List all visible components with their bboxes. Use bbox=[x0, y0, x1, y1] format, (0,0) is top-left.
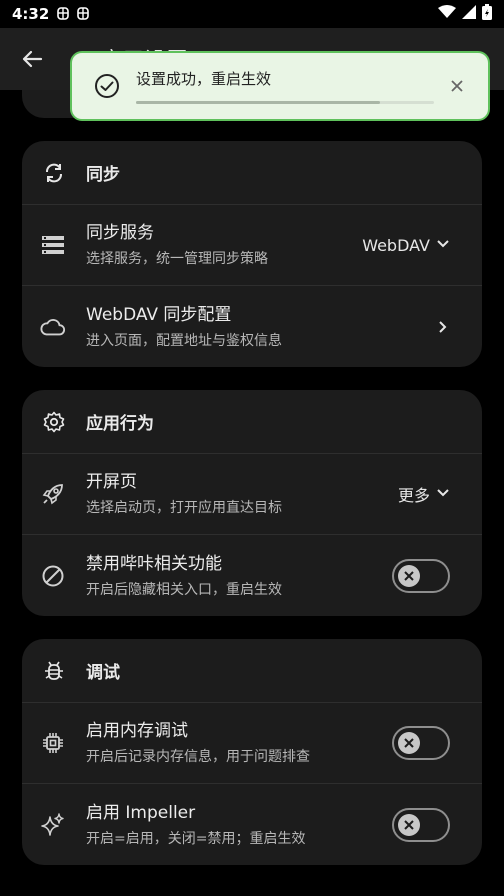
sync-card: 同步 同步服务 选择服务，统一管理同步策略 WebDAV WebDAV 同步配置… bbox=[22, 141, 482, 367]
row-title: 启用 Impeller bbox=[86, 802, 196, 823]
dropdown-value: WebDAV bbox=[362, 235, 430, 255]
behavior-card: 应用行为 开屏页 选择启动页，打开应用直达目标 更多 禁用哔咔相关功能 开启后隐… bbox=[22, 390, 482, 616]
battery-icon bbox=[482, 4, 492, 24]
cloud-icon bbox=[40, 314, 66, 340]
row-title: 开屏页 bbox=[86, 472, 137, 492]
back-arrow-icon[interactable] bbox=[16, 43, 48, 75]
debug-header: 调试 bbox=[22, 639, 482, 703]
close-icon bbox=[398, 564, 420, 587]
bug-icon bbox=[75, 5, 91, 24]
row-title: 禁用哔咔相关功能 bbox=[86, 553, 222, 574]
close-icon[interactable] bbox=[448, 77, 466, 95]
wifi-icon bbox=[438, 5, 456, 23]
toast-message: 设置成功，重启生效 bbox=[136, 70, 272, 88]
sync-service-row[interactable]: 同步服务 选择服务，统一管理同步策略 WebDAV bbox=[22, 205, 482, 286]
row-subtitle: 进入页面，配置地址与鉴权信息 bbox=[86, 332, 282, 349]
webdav-config-row[interactable]: WebDAV 同步配置 进入页面，配置地址与鉴权信息 bbox=[22, 286, 482, 367]
row-subtitle: 选择启动页，打开应用直达目标 bbox=[86, 500, 282, 516]
row-title: WebDAV 同步配置 bbox=[86, 304, 232, 325]
row-subtitle: 开启后隐藏相关入口，重启生效 bbox=[86, 581, 282, 598]
behavior-header: 应用行为 bbox=[22, 390, 482, 454]
chevron-down-icon bbox=[436, 236, 450, 255]
status-bar: 4:32 bbox=[0, 0, 504, 28]
row-subtitle: 开启=启用，关闭=禁用；重启生效 bbox=[86, 830, 306, 847]
toast-progress-fill bbox=[136, 101, 381, 104]
sync-icon bbox=[42, 161, 66, 185]
debug-card: 调试 启用内存调试 开启后记录内存信息，用于问题排查 启用 Impeller 开… bbox=[22, 639, 482, 865]
splash-dropdown[interactable]: 更多 bbox=[398, 482, 450, 506]
block-icon bbox=[40, 563, 66, 589]
sync-service-dropdown[interactable]: WebDAV bbox=[362, 236, 450, 255]
bug-icon bbox=[42, 659, 66, 683]
row-subtitle: 选择服务，统一管理同步策略 bbox=[86, 251, 268, 267]
chevron-down-icon bbox=[436, 485, 450, 504]
check-circle-icon bbox=[94, 73, 120, 99]
close-icon bbox=[398, 813, 420, 836]
sparkle-icon bbox=[40, 812, 66, 838]
impeller-row[interactable]: 启用 Impeller 开启=启用，关闭=禁用；重启生效 bbox=[22, 784, 482, 865]
status-time: 4:32 bbox=[12, 5, 50, 23]
success-toast: 设置成功，重启生效 bbox=[70, 51, 490, 121]
row-title: 启用内存调试 bbox=[86, 721, 188, 741]
storage-icon bbox=[40, 232, 66, 258]
section-title: 应用行为 bbox=[86, 414, 154, 434]
memory-debug-toggle[interactable] bbox=[392, 726, 450, 760]
section-title: 同步 bbox=[86, 165, 120, 185]
memory-chip-icon bbox=[40, 730, 66, 756]
gear-icon bbox=[42, 410, 66, 434]
close-icon bbox=[398, 732, 420, 754]
rocket-icon bbox=[40, 481, 66, 507]
memory-debug-row[interactable]: 启用内存调试 开启后记录内存信息，用于问题排查 bbox=[22, 703, 482, 784]
disable-bili-toggle[interactable] bbox=[392, 558, 450, 593]
sync-header: 同步 bbox=[22, 141, 482, 205]
impeller-toggle[interactable] bbox=[392, 807, 450, 842]
signal-icon bbox=[462, 5, 476, 23]
disable-bili-row[interactable]: 禁用哔咔相关功能 开启后隐藏相关入口，重启生效 bbox=[22, 535, 482, 616]
splash-row[interactable]: 开屏页 选择启动页，打开应用直达目标 更多 bbox=[22, 454, 482, 535]
section-title: 调试 bbox=[86, 663, 120, 683]
row-subtitle: 开启后记录内存信息，用于问题排查 bbox=[86, 749, 310, 765]
toast-progress-bar bbox=[136, 101, 434, 104]
dropdown-value: 更多 bbox=[397, 486, 430, 505]
bug-icon bbox=[55, 5, 71, 24]
row-title: 同步服务 bbox=[86, 223, 154, 243]
chevron-right-icon bbox=[436, 320, 450, 334]
